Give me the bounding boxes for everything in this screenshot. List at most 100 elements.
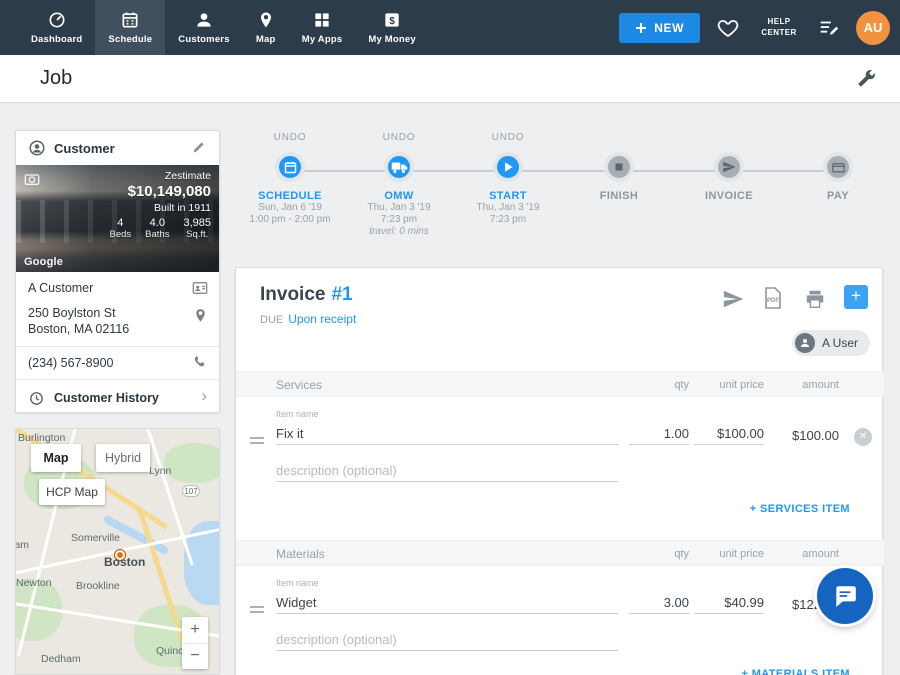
service-item-description-input[interactable] — [276, 460, 618, 482]
step-label[interactable]: SCHEDULE — [230, 190, 350, 202]
undo-start-button[interactable]: UNDO — [448, 132, 568, 146]
add-invoice-button[interactable]: + — [844, 285, 868, 309]
user-avatar-icon — [795, 333, 815, 353]
page-header-bar: Job — [0, 55, 900, 103]
sqft-value: 3,985 — [183, 217, 211, 229]
beds-value: 4 — [110, 217, 132, 229]
materials-section-header: Materials qty unit price amount — [236, 540, 884, 566]
nav-item-dashboard[interactable]: Dashboard — [18, 0, 95, 55]
printer-icon[interactable] — [804, 288, 826, 310]
step-travel-time: travel: 0 mins — [339, 226, 459, 238]
help-center-link[interactable]: HELP CENTER — [756, 17, 802, 39]
service-item-qty-input[interactable] — [629, 423, 689, 445]
chat-launcher-button[interactable] — [817, 568, 873, 624]
customer-card: Customer Zestimate $10,149,080 Built in … — [15, 130, 220, 413]
new-button-label: NEW — [654, 21, 684, 35]
services-section-label: Services — [276, 378, 322, 392]
undo-schedule-button[interactable]: UNDO — [230, 132, 350, 146]
step-label[interactable]: OMW — [339, 190, 459, 202]
send-invoice-icon[interactable] — [722, 288, 744, 310]
address-line-1: 250 Boylston St — [28, 305, 185, 322]
edit-pencil-icon[interactable] — [191, 139, 207, 155]
remove-service-item-icon[interactable]: ✕ — [854, 428, 872, 446]
send-icon[interactable] — [714, 152, 744, 182]
customer-avatar-icon — [28, 139, 46, 157]
drag-handle[interactable] — [250, 434, 264, 447]
material-item-qty-input[interactable] — [629, 592, 689, 614]
add-materials-item-link[interactable]: + MATERIALS ITEM — [684, 668, 850, 675]
hcp-map-button[interactable]: HCP Map — [39, 479, 105, 505]
materials-section-label: Materials — [276, 547, 325, 561]
step-finish: FINISH — [559, 132, 679, 202]
user-avatar[interactable]: AU — [856, 11, 890, 45]
nav-item-schedule[interactable]: Schedule — [95, 0, 165, 55]
material-item-name-input[interactable] — [276, 592, 618, 614]
schedule-step-icon[interactable] — [275, 152, 305, 182]
due-terms-link[interactable]: Upon receipt — [288, 312, 356, 326]
invoice-number[interactable]: #1 — [331, 284, 352, 305]
map-label-waltham: Waltham — [15, 539, 29, 551]
credit-card-icon[interactable] — [823, 152, 853, 182]
invoice-title: Invoice#1 — [260, 284, 353, 306]
customer-history-row[interactable]: Customer History › — [16, 379, 219, 416]
service-item-amount: $100.00 — [759, 428, 839, 443]
step-label[interactable]: INVOICE — [669, 190, 789, 202]
nav-item-customers[interactable]: Customers — [165, 0, 242, 55]
contact-card-icon[interactable] — [191, 279, 209, 297]
step-time: 1:00 pm - 2:00 pm — [230, 214, 350, 226]
hybrid-type-button[interactable]: Hybrid — [96, 444, 150, 472]
map-label-boston: Boston — [104, 555, 145, 569]
history-clock-icon — [28, 390, 45, 407]
property-stats: 4 Beds 4.0 Baths 3,985 Sq.ft. — [110, 217, 211, 240]
services-section-header: Services qty unit price amount — [236, 371, 884, 397]
customer-name-row: A Customer — [16, 272, 219, 305]
service-item-unit-price-input[interactable] — [694, 423, 764, 445]
step-label[interactable]: START — [448, 190, 568, 202]
unit-price-column-header: unit price — [684, 548, 764, 560]
activity-edit-icon[interactable] — [818, 17, 840, 39]
step-label[interactable]: FINISH — [559, 190, 679, 202]
stop-icon[interactable] — [604, 152, 634, 182]
heart-icon[interactable] — [716, 16, 740, 40]
step-date: Thu, Jan 3 '19 — [339, 202, 459, 214]
step-date: Sun, Jan 6 '19 — [230, 202, 350, 214]
phone-icon[interactable] — [192, 354, 209, 371]
new-button[interactable]: NEW — [619, 13, 700, 43]
drag-handle[interactable] — [250, 603, 264, 616]
service-item-name-input[interactable] — [276, 423, 618, 445]
beds-label: Beds — [110, 229, 132, 240]
chevron-right-icon: › — [201, 386, 207, 406]
material-item-unit-price-input[interactable] — [694, 592, 764, 614]
nav-item-my-money[interactable]: $ My Money — [355, 0, 429, 55]
map-type-button[interactable]: Map — [31, 444, 81, 472]
zoom-out-button[interactable]: − — [182, 644, 208, 670]
qty-column-header: qty — [629, 379, 689, 391]
nav-label: Schedule — [108, 34, 152, 45]
step-label[interactable]: PAY — [778, 190, 898, 202]
page-title: Job — [40, 67, 72, 90]
truck-icon[interactable] — [384, 152, 414, 182]
map-green-area — [164, 443, 220, 483]
material-item-description-input[interactable] — [276, 629, 618, 651]
sqft-stat: 3,985 Sq.ft. — [183, 217, 211, 240]
nav-item-my-apps[interactable]: My Apps — [289, 0, 356, 55]
assigned-user-chip[interactable]: A User — [792, 330, 870, 356]
amount-column-header: amount — [759, 548, 839, 560]
chat-bubble-icon — [832, 583, 858, 609]
nav-item-map[interactable]: Map — [243, 0, 289, 55]
undo-omw-button[interactable]: UNDO — [339, 132, 459, 146]
sqft-label: Sq.ft. — [183, 229, 211, 240]
item-name-label: Item name — [276, 578, 319, 588]
play-icon[interactable] — [493, 152, 523, 182]
map-label-newton: Newton — [16, 577, 52, 589]
map-label-lynn: Lynn — [149, 465, 171, 477]
step-time: 7:23 pm — [339, 214, 459, 226]
job-tools-icon[interactable] — [854, 67, 878, 91]
assigned-user-name: A User — [822, 336, 858, 350]
zoom-in-button[interactable]: + — [182, 617, 208, 643]
location-pin-icon[interactable] — [192, 307, 209, 324]
pdf-icon[interactable]: PDF — [763, 286, 783, 310]
map-pin-icon — [256, 10, 276, 30]
add-services-item-link[interactable]: + SERVICES ITEM — [684, 503, 850, 515]
customer-address-row: 250 Boylston St Boston, MA 02116 — [16, 305, 219, 346]
